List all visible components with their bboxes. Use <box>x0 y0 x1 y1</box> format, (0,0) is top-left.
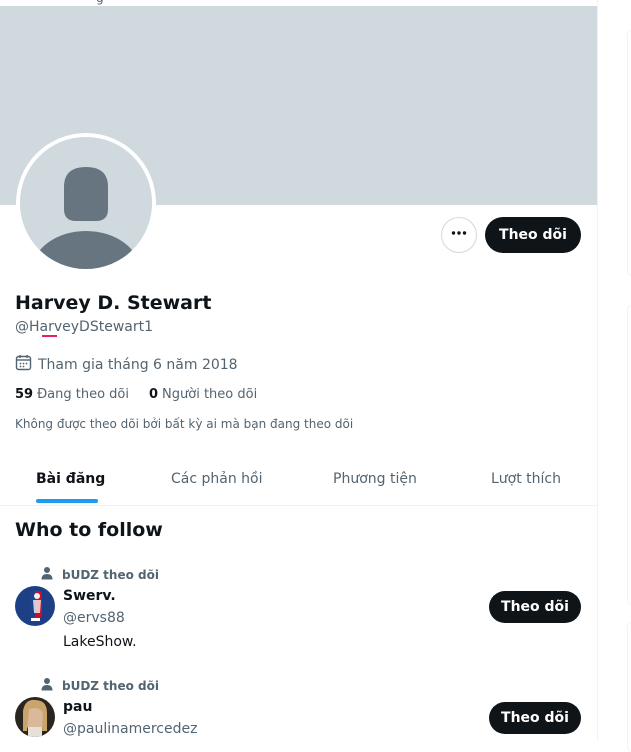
default-avatar-icon <box>20 137 152 269</box>
social-context: bUDZ theo dõi <box>40 677 159 694</box>
sidebar-card-edge <box>627 30 631 276</box>
profile-column: g Theo dõi Harvey D. Stewart @HarveyDSte… <box>0 0 598 740</box>
sidebar-card-edge <box>627 622 631 752</box>
following-label: Đang theo dõi <box>37 387 129 402</box>
followers-count: 0 <box>149 387 159 402</box>
social-context-text: bUDZ theo dõi <box>62 567 159 582</box>
spellcheck-underline <box>42 335 57 337</box>
sidebar-card-edge <box>627 305 631 605</box>
tab-likes[interactable]: Lượt thích <box>491 452 561 505</box>
user-avatar[interactable] <box>15 697 55 737</box>
following-count: 59 <box>15 387 34 402</box>
followers-link[interactable]: 0 Người theo dõi <box>149 387 257 402</box>
active-tab-indicator <box>36 499 98 503</box>
tab-media[interactable]: Phương tiện <box>333 452 417 505</box>
join-date: Tham gia tháng 6 năm 2018 <box>15 354 238 375</box>
top-strip-text: g <box>96 0 104 5</box>
profile-handle: @HarveyDStewart1 <box>15 319 153 335</box>
follow-counts: 59 Đang theo dõi 0 Người theo dõi <box>15 387 257 402</box>
profile-avatar[interactable] <box>16 133 156 273</box>
profile-tabs: Bài đăng Các phản hồi Phương tiện Lượt t… <box>0 452 597 506</box>
person-icon <box>40 677 62 694</box>
user-avatar[interactable] <box>15 586 55 626</box>
not-followed-note: Không được theo dõi bởi bất kỳ ai mà bạn… <box>15 417 354 431</box>
who-to-follow-title: Who to follow <box>15 519 163 541</box>
user-name[interactable]: Swerv. <box>63 588 116 604</box>
following-link[interactable]: 59 Đang theo dõi <box>15 387 129 402</box>
tab-posts[interactable]: Bài đăng <box>36 452 105 505</box>
follow-user-button[interactable]: Theo dõi <box>489 702 581 734</box>
more-horizontal-icon <box>450 224 468 246</box>
join-date-text: Tham gia tháng 6 năm 2018 <box>38 356 238 373</box>
user-name[interactable]: pau <box>63 699 92 715</box>
social-context: bUDZ theo dõi <box>40 566 159 583</box>
person-icon <box>40 566 62 583</box>
social-context-text: bUDZ theo dõi <box>62 678 159 693</box>
follow-button[interactable]: Theo dõi <box>485 217 581 253</box>
user-bio: LakeShow. <box>63 634 137 650</box>
profile-display-name: Harvey D. Stewart <box>15 292 212 314</box>
tab-replies[interactable]: Các phản hồi <box>171 452 263 505</box>
user-handle[interactable]: @paulinamercedez <box>63 721 197 737</box>
followers-label: Người theo dõi <box>162 387 258 402</box>
calendar-icon <box>15 354 38 375</box>
more-options-button[interactable] <box>441 217 477 253</box>
follow-user-button[interactable]: Theo dõi <box>489 591 581 623</box>
user-handle[interactable]: @ervs88 <box>63 610 125 626</box>
